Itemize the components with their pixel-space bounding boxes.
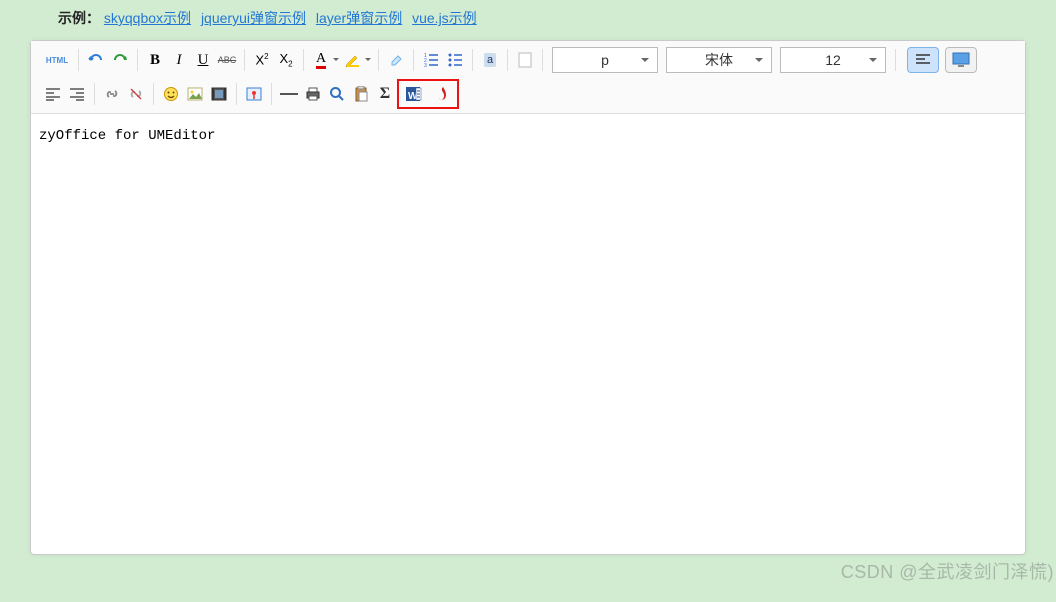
editor-container: HTML B I U ABC X2 X2 A bbox=[30, 40, 1026, 555]
selectall-button[interactable]: a bbox=[479, 49, 501, 71]
smiley-icon bbox=[163, 86, 179, 102]
link-skyqqbox[interactable]: skyqqbox示例 bbox=[104, 10, 191, 26]
printer-icon bbox=[305, 87, 321, 101]
unlink-icon bbox=[128, 86, 144, 102]
preview-button[interactable] bbox=[326, 83, 348, 105]
separator bbox=[137, 49, 138, 71]
formula-button[interactable]: Σ bbox=[374, 83, 396, 105]
redo-button[interactable] bbox=[109, 49, 131, 71]
align-toggle-button[interactable] bbox=[907, 47, 939, 73]
superscript-icon: X2 bbox=[255, 52, 268, 67]
link-layer[interactable]: layer弹窗示例 bbox=[316, 10, 402, 26]
clipboard-icon bbox=[354, 86, 368, 102]
eraser-icon bbox=[388, 52, 404, 68]
font-family-select-value: 宋体 bbox=[705, 50, 733, 70]
ordered-list-icon: 123 bbox=[423, 52, 439, 68]
separator bbox=[153, 83, 154, 105]
editor-text: zyOffice for UMEditor bbox=[39, 128, 215, 144]
justify-left-button[interactable] bbox=[42, 83, 64, 105]
map-button[interactable] bbox=[243, 83, 265, 105]
separator bbox=[413, 49, 414, 71]
redo-icon bbox=[112, 52, 128, 68]
justify-right-button[interactable] bbox=[66, 83, 88, 105]
selectall-icon: a bbox=[484, 53, 496, 67]
link-icon bbox=[104, 86, 120, 102]
horizontal-line-icon bbox=[280, 91, 298, 97]
separator bbox=[507, 49, 508, 71]
separator bbox=[236, 83, 237, 105]
import-pdf-button[interactable] bbox=[432, 83, 454, 105]
font-size-select[interactable]: 12 bbox=[780, 47, 886, 73]
editor-content-area[interactable]: zyOffice for UMEditor bbox=[31, 114, 1025, 554]
source-html-button[interactable]: HTML bbox=[42, 49, 72, 71]
italic-button[interactable]: I bbox=[168, 49, 190, 71]
justify-left-icon bbox=[915, 53, 931, 67]
horizontal-rule-button[interactable] bbox=[278, 83, 300, 105]
font-size-select-value: 12 bbox=[825, 52, 841, 68]
import-word-button[interactable]: W bbox=[402, 83, 424, 105]
superscript-button[interactable]: X2 bbox=[251, 49, 273, 71]
forecolor-icon: A bbox=[316, 52, 326, 69]
bold-button[interactable]: B bbox=[144, 49, 166, 71]
backcolor-button[interactable] bbox=[342, 49, 372, 71]
toolbar: HTML B I U ABC X2 X2 A bbox=[31, 41, 1025, 114]
pdf-icon bbox=[434, 85, 452, 103]
unordered-list-button[interactable] bbox=[444, 49, 466, 71]
link-vuejs[interactable]: vue.js示例 bbox=[412, 10, 477, 26]
emotion-button[interactable] bbox=[160, 83, 182, 105]
undo-icon bbox=[88, 52, 104, 68]
separator bbox=[303, 49, 304, 71]
monitor-icon bbox=[952, 52, 970, 68]
link-jqueryui[interactable]: jqueryui弹窗示例 bbox=[201, 10, 306, 26]
separator bbox=[244, 49, 245, 71]
undo-button[interactable] bbox=[85, 49, 107, 71]
separator bbox=[542, 49, 543, 71]
image-icon bbox=[187, 87, 203, 101]
paste-button[interactable] bbox=[350, 83, 372, 105]
video-button[interactable] bbox=[208, 83, 230, 105]
watermark-text: CSDN @全武凌剑门泽慌) bbox=[841, 558, 1054, 584]
highlighter-icon bbox=[345, 52, 361, 68]
paragraph-select-value: p bbox=[601, 52, 609, 68]
blank-page-icon bbox=[518, 52, 532, 68]
subscript-button[interactable]: X2 bbox=[275, 49, 297, 71]
separator bbox=[472, 49, 473, 71]
ordered-list-button[interactable]: 123 bbox=[420, 49, 442, 71]
svg-text:3: 3 bbox=[424, 63, 427, 68]
film-icon bbox=[211, 87, 227, 101]
map-icon bbox=[246, 87, 262, 101]
eraser-button[interactable] bbox=[385, 49, 407, 71]
image-button[interactable] bbox=[184, 83, 206, 105]
font-family-select[interactable]: 宋体 bbox=[666, 47, 772, 73]
underline-button[interactable]: U bbox=[192, 49, 214, 71]
print-button[interactable] bbox=[302, 83, 324, 105]
separator bbox=[895, 49, 896, 71]
fullscreen-button[interactable] bbox=[945, 47, 977, 73]
word-icon: W bbox=[404, 85, 422, 103]
cleardoc-button[interactable] bbox=[514, 49, 536, 71]
subscript-icon: X2 bbox=[279, 51, 292, 69]
unlink-button[interactable] bbox=[125, 83, 147, 105]
justify-right-icon bbox=[69, 87, 85, 101]
justify-left-icon bbox=[45, 87, 61, 101]
strikethrough-button[interactable]: ABC bbox=[216, 49, 238, 71]
paragraph-select[interactable]: p bbox=[552, 47, 658, 73]
separator bbox=[378, 49, 379, 71]
unordered-list-icon bbox=[447, 52, 463, 68]
highlighted-plugin-box: W bbox=[397, 79, 459, 109]
separator bbox=[94, 83, 95, 105]
separator bbox=[271, 83, 272, 105]
separator bbox=[78, 49, 79, 71]
examples-label: 示例： bbox=[58, 10, 100, 26]
magnifier-icon bbox=[329, 86, 345, 102]
forecolor-button[interactable]: A bbox=[310, 49, 340, 71]
header-links-row: 示例： skyqqbox示例 jqueryui弹窗示例 layer弹窗示例 vu… bbox=[0, 0, 1056, 40]
link-button[interactable] bbox=[101, 83, 123, 105]
